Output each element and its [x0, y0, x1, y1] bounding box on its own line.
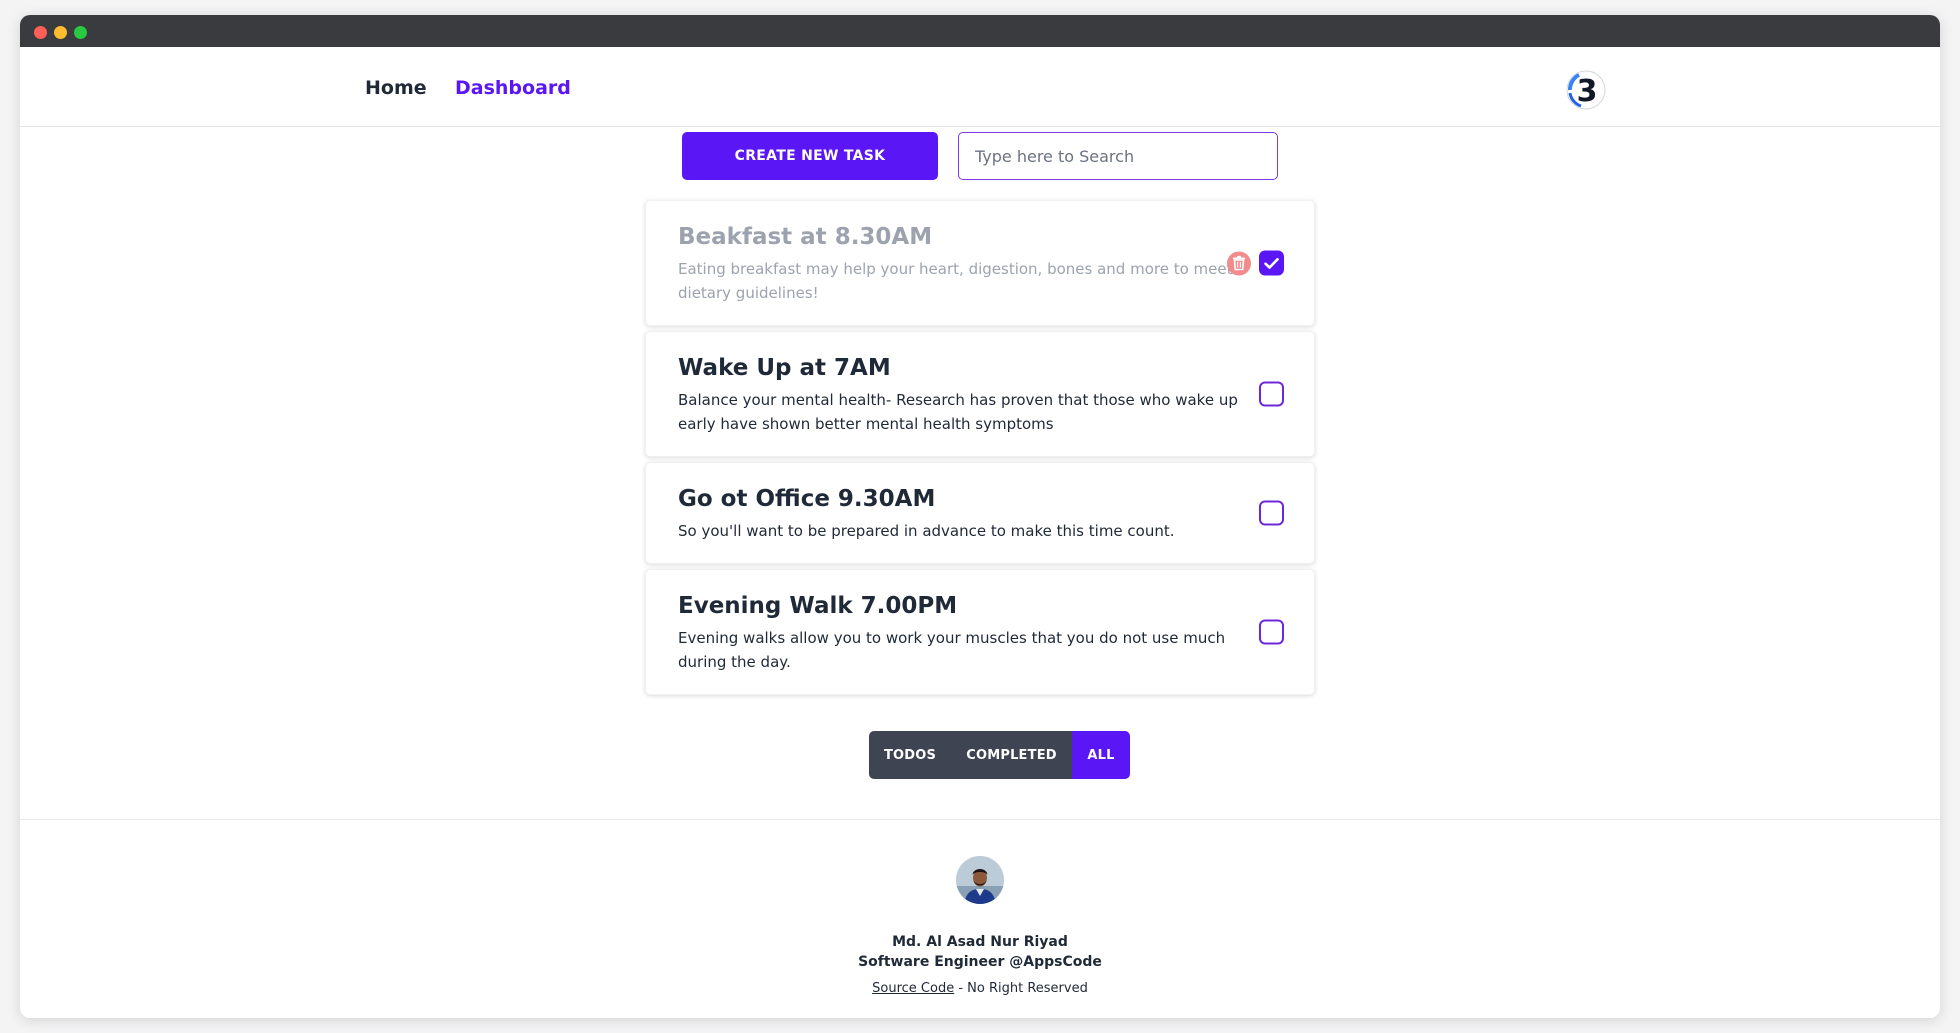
- avatar: [956, 856, 1004, 904]
- author-role: Software Engineer @AppsCode: [858, 954, 1102, 970]
- logo-icon[interactable]: 3: [1565, 69, 1607, 111]
- task-title: Go ot Office 9.30AM: [678, 486, 936, 512]
- avatar-image: [956, 856, 1004, 904]
- task-title: Wake Up at 7AM: [678, 355, 891, 381]
- task-title: Evening Walk 7.00PM: [678, 593, 958, 619]
- filter-completed-button[interactable]: COMPLETED: [951, 731, 1072, 779]
- source-code-link[interactable]: Source Code: [872, 981, 954, 996]
- trash-icon: [1233, 255, 1245, 271]
- browser-window: Home Dashboard 3 CREATE NEW TASK Beakfas…: [20, 15, 1940, 1018]
- task-checkbox[interactable]: [1259, 381, 1284, 407]
- task-title: Beakfast at 8.30AM: [678, 224, 933, 250]
- task-list: Beakfast at 8.30AM Eating breakfast may …: [645, 200, 1315, 700]
- author-name: Md. Al Asad Nur Riyad: [892, 934, 1068, 950]
- filter-all-button[interactable]: ALL: [1072, 731, 1130, 779]
- filter-todos-button[interactable]: TODOS: [869, 731, 951, 779]
- search-input[interactable]: [958, 132, 1278, 180]
- task-actions: [1259, 381, 1284, 407]
- task-description: So you'll want to be prepared in advance…: [678, 522, 1175, 540]
- check-icon: [1264, 257, 1279, 269]
- task-toolbar: CREATE NEW TASK: [20, 132, 1940, 180]
- task-actions: [1227, 250, 1284, 276]
- task-checkbox[interactable]: [1259, 500, 1284, 526]
- task-description: Balance your mental health- Research has…: [678, 391, 1238, 433]
- task-card: Evening Walk 7.00PM Evening walks allow …: [645, 569, 1315, 695]
- close-window-button[interactable]: [34, 26, 47, 39]
- navbar: Home Dashboard 3: [20, 47, 1940, 127]
- minimize-window-button[interactable]: [54, 26, 67, 39]
- rights-text: - No Right Reserved: [954, 981, 1088, 996]
- task-description: Evening walks allow you to work your mus…: [678, 629, 1226, 671]
- task-checkbox[interactable]: [1259, 250, 1284, 276]
- title-bar: [20, 15, 1940, 47]
- logo-text: 3: [1577, 74, 1598, 109]
- nav-dashboard-link[interactable]: Dashboard: [455, 77, 571, 99]
- filter-button-group: TODOS COMPLETED ALL: [869, 731, 1130, 779]
- nav-home-link[interactable]: Home: [365, 77, 427, 99]
- task-actions: [1259, 619, 1284, 645]
- task-checkbox[interactable]: [1259, 619, 1284, 645]
- maximize-window-button[interactable]: [74, 26, 87, 39]
- credits-line: Source Code - No Right Reserved: [20, 981, 1940, 996]
- task-actions: [1259, 500, 1284, 526]
- task-card: Beakfast at 8.30AM Eating breakfast may …: [645, 200, 1315, 326]
- task-card: Go ot Office 9.30AM So you'll want to be…: [645, 462, 1315, 564]
- delete-task-button[interactable]: [1227, 251, 1251, 275]
- create-task-button[interactable]: CREATE NEW TASK: [682, 132, 938, 180]
- task-description: Eating breakfast may help your heart, di…: [678, 260, 1233, 302]
- footer: Md. Al Asad Nur Riyad Software Engineer …: [20, 819, 1940, 1018]
- task-card: Wake Up at 7AM Balance your mental healt…: [645, 331, 1315, 457]
